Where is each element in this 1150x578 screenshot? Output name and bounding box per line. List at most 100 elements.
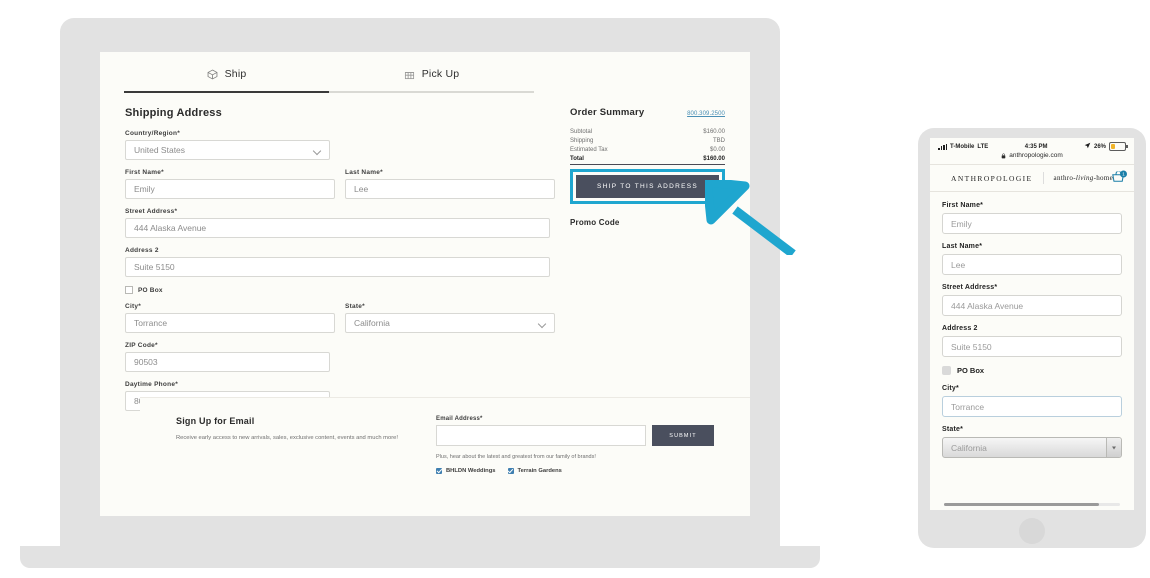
total-label: Total bbox=[570, 155, 584, 162]
zip-input[interactable]: 90503 bbox=[125, 352, 330, 372]
email-address-label: Email Address* bbox=[436, 416, 483, 422]
last-name-input[interactable]: Lee bbox=[345, 179, 555, 199]
summary-row-shipping: Shipping TBD bbox=[570, 136, 725, 145]
state-label: State* bbox=[345, 303, 365, 310]
brand-optin-checkboxes: BHLDN Weddings Terrain Gardens bbox=[436, 468, 714, 474]
terrain-label: Terrain Gardens bbox=[517, 468, 562, 474]
bhldn-checkbox[interactable] bbox=[436, 468, 442, 474]
phone-address2-input[interactable]: Suite 5150 bbox=[942, 336, 1122, 357]
summary-row-total: Total $160.00 bbox=[570, 154, 725, 165]
name-row: First Name* Emily Last Name* Lee bbox=[125, 169, 555, 208]
tab-pickup[interactable]: Pick Up bbox=[329, 56, 534, 93]
tax-value: $0.00 bbox=[709, 146, 725, 153]
phone-state-select[interactable]: California bbox=[942, 437, 1122, 458]
signup-submit-button[interactable]: SUBMIT bbox=[652, 425, 714, 446]
field-last-name: Last Name* Lee bbox=[345, 169, 555, 199]
phone-brand-bar: ANTHROPOLOGIE anthro-living-home 1 bbox=[930, 164, 1134, 192]
phone-state-label: State* bbox=[942, 426, 964, 433]
cart-badge: 1 bbox=[1120, 170, 1127, 178]
laptop-base bbox=[20, 546, 820, 568]
city-input[interactable]: Torrance bbox=[125, 313, 335, 333]
url-text: anthropologie.com bbox=[1009, 152, 1063, 159]
phone-status-bar: T-Mobile LTE 4:35 PM 26% bbox=[930, 138, 1134, 152]
field-zip: ZIP Code* 90503 bbox=[125, 342, 555, 372]
bhldn-label: BHLDN Weddings bbox=[446, 468, 496, 474]
first-name-input[interactable]: Emily bbox=[125, 179, 335, 199]
optin-terrain[interactable]: Terrain Gardens bbox=[507, 468, 562, 474]
phone-first-name-label: First Name* bbox=[942, 202, 984, 209]
phone-po-box-row[interactable]: PO Box bbox=[942, 366, 1122, 375]
email-address-input[interactable] bbox=[436, 425, 646, 446]
summary-row-tax: Estimated Tax $0.00 bbox=[570, 145, 725, 154]
city-state-row: City* Torrance State* California bbox=[125, 303, 555, 342]
address2-label: Address 2 bbox=[125, 247, 159, 254]
po-box-label: PO Box bbox=[138, 286, 163, 294]
field-first-name: First Name* Emily bbox=[125, 169, 335, 199]
subtotal-value: $160.00 bbox=[703, 128, 725, 135]
po-box-row[interactable]: PO Box bbox=[125, 286, 555, 294]
country-select[interactable]: United States bbox=[125, 140, 330, 160]
cart-icon[interactable]: 1 bbox=[1111, 170, 1127, 185]
anthropologie-logo[interactable]: ANTHROPOLOGIE bbox=[951, 174, 1033, 183]
total-value: $160.00 bbox=[703, 155, 725, 162]
state-select[interactable]: California bbox=[345, 313, 555, 333]
phone-street-label: Street Address* bbox=[942, 284, 998, 291]
phone-po-box-checkbox[interactable] bbox=[942, 366, 951, 375]
phone-po-box-label: PO Box bbox=[957, 366, 985, 375]
battery-percent-label: 26% bbox=[1093, 143, 1106, 150]
phone-city-input[interactable]: Torrance bbox=[942, 396, 1122, 417]
brand2-pre: anthro- bbox=[1053, 174, 1076, 182]
phone-first-name-input[interactable]: Emily bbox=[942, 213, 1122, 234]
phone-url-bar[interactable]: anthropologie.com bbox=[930, 152, 1134, 164]
city-label: City* bbox=[125, 303, 142, 310]
summary-row-subtotal: Subtotal $160.00 bbox=[570, 127, 725, 136]
shipping-value: TBD bbox=[713, 137, 725, 144]
signup-copy: Sign Up for Email Receive early access t… bbox=[176, 416, 406, 474]
signup-note: Plus, hear about the latest and greatest… bbox=[436, 454, 596, 460]
last-name-label: Last Name* bbox=[345, 169, 383, 176]
laptop-hinge bbox=[60, 516, 780, 546]
brand-divider bbox=[1042, 172, 1044, 184]
laptop-screen: Ship Pick Up Shipping Address Country/Re… bbox=[100, 52, 750, 516]
field-address2: Address 2 Suite 5150 bbox=[125, 247, 555, 277]
signup-description: Receive early access to new arrivals, sa… bbox=[176, 435, 398, 441]
phone-field-street: Street Address* 444 Alaska Avenue bbox=[942, 284, 1122, 316]
street-label: Street Address* bbox=[125, 208, 178, 215]
lock-icon bbox=[1001, 153, 1006, 159]
clock-label: 4:35 PM bbox=[1024, 143, 1048, 150]
phone-state-value: California bbox=[951, 442, 987, 453]
shipping-address-title: Shipping Address bbox=[125, 107, 222, 119]
field-country: Country/Region* United States bbox=[125, 130, 555, 160]
ship-to-this-address-button[interactable]: SHIP TO THIS ADDRESS bbox=[576, 174, 719, 198]
phone-screen: T-Mobile LTE 4:35 PM 26% anthropologie.c… bbox=[930, 138, 1134, 510]
promo-code-label[interactable]: Promo Code bbox=[570, 218, 725, 227]
street-input[interactable]: 444 Alaska Avenue bbox=[125, 218, 550, 238]
support-phone-link[interactable]: 800.309.2500 bbox=[687, 111, 725, 117]
carrier-label: T-Mobile bbox=[950, 143, 975, 150]
phone-home-button[interactable] bbox=[1019, 518, 1045, 544]
signup-title: Sign Up for Email bbox=[176, 416, 255, 426]
address2-input[interactable]: Suite 5150 bbox=[125, 257, 550, 277]
tab-pickup-label: Pick Up bbox=[421, 68, 460, 80]
tab-ship[interactable]: Ship bbox=[124, 56, 329, 93]
terrain-checkbox[interactable] bbox=[507, 468, 514, 474]
po-box-checkbox[interactable] bbox=[125, 286, 133, 294]
email-signup-section: Sign Up for Email Receive early access t… bbox=[140, 397, 750, 516]
phone-scrollbar[interactable] bbox=[944, 503, 1120, 506]
phone-field-state: State* California bbox=[942, 426, 1122, 458]
optin-bhldn[interactable]: BHLDN Weddings bbox=[436, 468, 496, 474]
phone-street-input[interactable]: 444 Alaska Avenue bbox=[942, 295, 1122, 316]
phone-last-name-input[interactable]: Lee bbox=[942, 254, 1122, 275]
phone-address2-label: Address 2 bbox=[942, 325, 978, 332]
country-label: Country/Region* bbox=[125, 130, 181, 137]
order-summary-title: Order Summary bbox=[570, 107, 645, 118]
phone-mockup: T-Mobile LTE 4:35 PM 26% anthropologie.c… bbox=[918, 128, 1146, 548]
order-summary-header: Order Summary 800.309.2500 bbox=[570, 107, 725, 118]
anthro-living-home-logo[interactable]: anthro-living-home bbox=[1054, 174, 1113, 182]
screenshot-canvas: Ship Pick Up Shipping Address Country/Re… bbox=[0, 0, 1150, 578]
delivery-method-tabs: Ship Pick Up bbox=[124, 56, 534, 93]
first-name-label: First Name* bbox=[125, 169, 164, 176]
daytime-phone-label: Daytime Phone* bbox=[125, 381, 178, 388]
signal-icon bbox=[938, 143, 947, 150]
tab-ship-label: Ship bbox=[224, 68, 247, 80]
